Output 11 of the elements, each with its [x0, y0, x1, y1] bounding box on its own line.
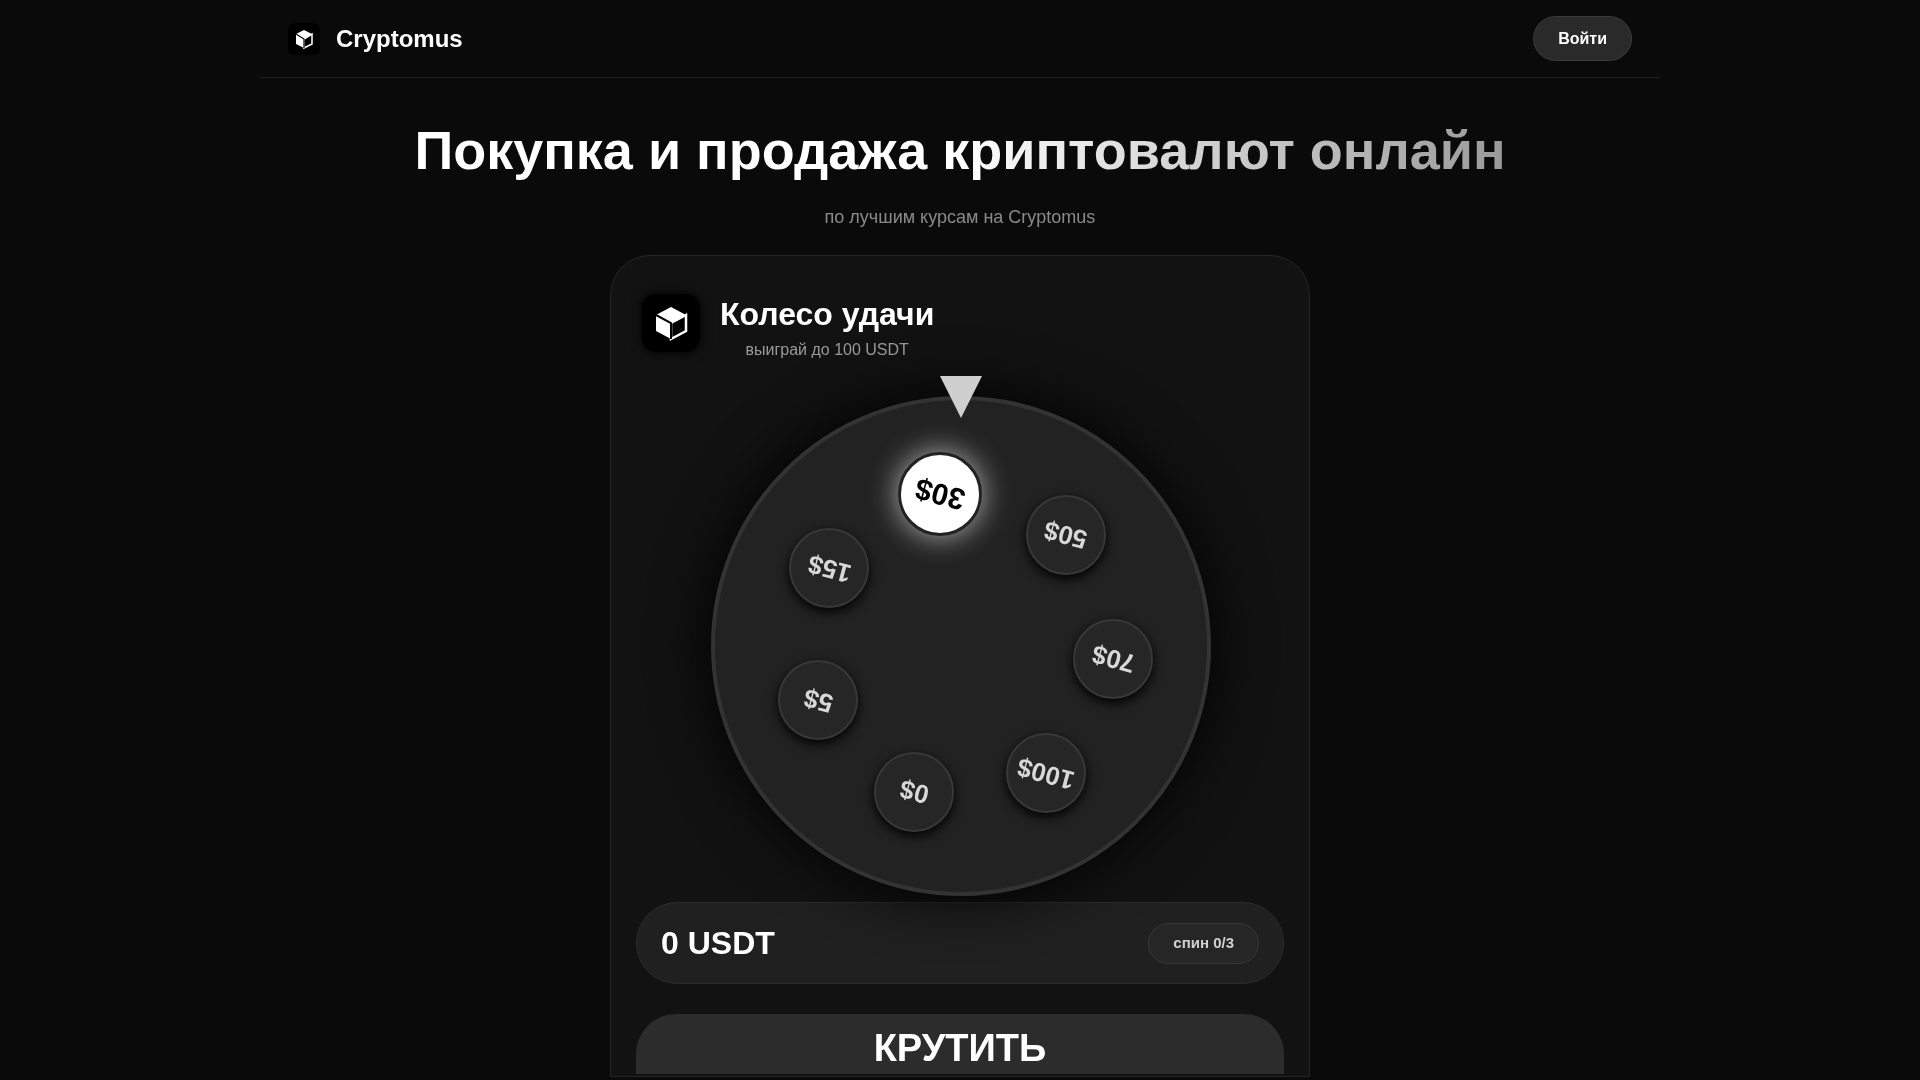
wheel-title: Колесо удачи: [720, 295, 935, 334]
spin-counter: спин 0/3: [1148, 922, 1259, 964]
pointer-icon: [940, 376, 982, 418]
login-button[interactable]: Войти: [1533, 16, 1632, 61]
spin-button[interactable]: КРУТИТЬ: [636, 1014, 1284, 1074]
cube-logo-icon: [288, 22, 320, 55]
balance-amount: 0 USDT: [661, 924, 775, 963]
cube-badge-icon: [642, 294, 700, 352]
wheel-subtitle: выиграй до 100 USDT: [745, 340, 909, 360]
brand-name[interactable]: Cryptomus: [336, 20, 463, 57]
page-subtitle: по лучшим курсам на Cryptomus: [823, 206, 1097, 229]
